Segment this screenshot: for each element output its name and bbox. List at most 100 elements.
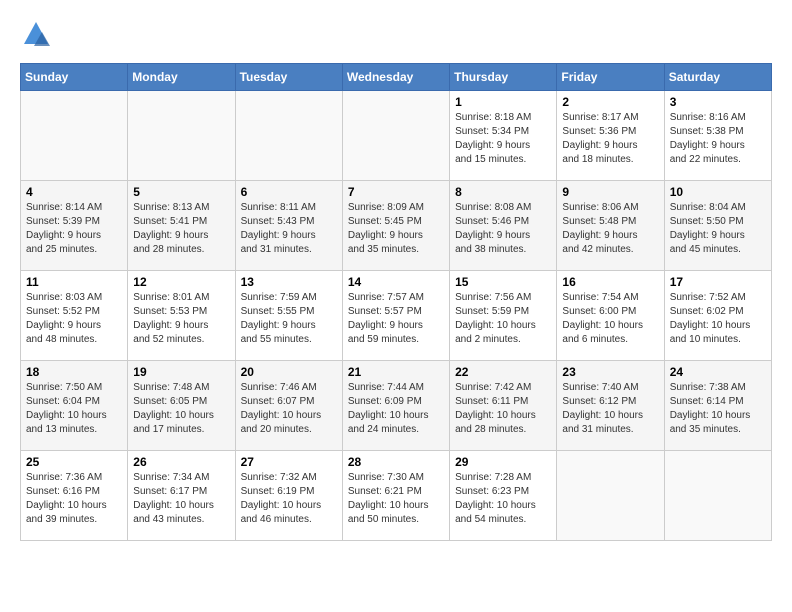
day-number: 15 (455, 275, 551, 289)
day-info: Sunrise: 7:52 AM Sunset: 6:02 PM Dayligh… (670, 291, 766, 347)
day-number: 16 (562, 275, 658, 289)
calendar-cell: 8Sunrise: 8:08 AM Sunset: 5:46 PM Daylig… (450, 181, 557, 271)
day-info: Sunrise: 8:13 AM Sunset: 5:41 PM Dayligh… (133, 201, 229, 257)
calendar-week-5: 25 Sunrise: 7:36 AM Sunset: 6:16 PM Dayli… (21, 451, 772, 541)
calendar-cell: 3Sunrise: 8:16 AM Sunset: 5:38 PM Daylig… (664, 91, 771, 181)
day-number: 14 (348, 275, 444, 289)
day-number: 25 (26, 455, 122, 469)
calendar-cell: 24Sunrise: 7:38 AM Sunset: 6:14 PM Dayli… (664, 361, 771, 451)
calendar-week-4: 18 Sunrise: 7:50 AM Sunset: 6:04 PM Dayli… (21, 361, 772, 451)
calendar-cell: 18 Sunrise: 7:50 AM Sunset: 6:04 PM Dayli… (21, 361, 128, 451)
day-number: 9 (562, 185, 658, 199)
day-number: 28 (348, 455, 444, 469)
day-number: 13 (241, 275, 337, 289)
calendar-cell: 22 Sunrise: 7:42 AM Sunset: 6:11 PM Dayli… (450, 361, 557, 451)
day-number: 23 (562, 365, 658, 379)
logo-icon (22, 20, 50, 48)
day-info: Sunrise: 7:30 AM Sunset: 6:21 PM Dayligh… (348, 471, 444, 527)
calendar-cell: 25 Sunrise: 7:36 AM Sunset: 6:16 PM Dayli… (21, 451, 128, 541)
day-number: 11 (26, 275, 122, 289)
day-number: 24 (670, 365, 766, 379)
calendar-cell (342, 91, 449, 181)
day-number: 4 (26, 185, 122, 199)
calendar-cell: 4 Sunrise: 8:14 AM Sunset: 5:39 PM Daylig… (21, 181, 128, 271)
day-info: Sunrise: 7:59 AM Sunset: 5:55 PM Dayligh… (241, 291, 337, 347)
day-info: Sunrise: 7:36 AM Sunset: 6:16 PM Dayligh… (26, 471, 122, 527)
day-info: Sunrise: 8:14 AM Sunset: 5:39 PM Dayligh… (26, 201, 122, 257)
calendar-cell: 2 Sunrise: 8:17 AM Sunset: 5:36 PM Daylig… (557, 91, 664, 181)
day-number: 3 (670, 95, 766, 109)
calendar-cell: 1 Sunrise: 8:18 AM Sunset: 5:34 PM Daylig… (450, 91, 557, 181)
day-number: 1 (455, 95, 551, 109)
page-header (20, 20, 772, 53)
calendar-cell: 21 Sunrise: 7:44 AM Sunset: 6:09 PM Dayli… (342, 361, 449, 451)
day-info: Sunrise: 7:56 AM Sunset: 5:59 PM Dayligh… (455, 291, 551, 347)
day-info: Sunrise: 8:06 AM Sunset: 5:48 PM Dayligh… (562, 201, 658, 257)
day-number: 29 (455, 455, 551, 469)
calendar-header-row: SundayMondayTuesdayWednesdayThursdayFrid… (21, 64, 772, 91)
calendar-cell: 26 Sunrise: 7:34 AM Sunset: 6:17 PM Dayli… (128, 451, 235, 541)
calendar-cell: 29 Sunrise: 7:28 AM Sunset: 6:23 PM Dayli… (450, 451, 557, 541)
day-header-monday: Monday (128, 64, 235, 91)
day-number: 12 (133, 275, 229, 289)
calendar-cell: 23 Sunrise: 7:40 AM Sunset: 6:12 PM Dayli… (557, 361, 664, 451)
calendar-cell: 15 Sunrise: 7:56 AM Sunset: 5:59 PM Dayli… (450, 271, 557, 361)
day-info: Sunrise: 7:32 AM Sunset: 6:19 PM Dayligh… (241, 471, 337, 527)
day-number: 27 (241, 455, 337, 469)
calendar-cell: 28 Sunrise: 7:30 AM Sunset: 6:21 PM Dayli… (342, 451, 449, 541)
day-header-wednesday: Wednesday (342, 64, 449, 91)
day-number: 21 (348, 365, 444, 379)
calendar-cell: 13 Sunrise: 7:59 AM Sunset: 5:55 PM Dayli… (235, 271, 342, 361)
day-number: 2 (562, 95, 658, 109)
calendar-cell: 14Sunrise: 7:57 AM Sunset: 5:57 PM Dayli… (342, 271, 449, 361)
calendar-cell: 11 Sunrise: 8:03 AM Sunset: 5:52 PM Dayli… (21, 271, 128, 361)
calendar-week-3: 11 Sunrise: 8:03 AM Sunset: 5:52 PM Dayli… (21, 271, 772, 361)
day-info: Sunrise: 7:28 AM Sunset: 6:23 PM Dayligh… (455, 471, 551, 527)
day-number: 10 (670, 185, 766, 199)
day-info: Sunrise: 7:54 AM Sunset: 6:00 PM Dayligh… (562, 291, 658, 347)
calendar-cell (235, 91, 342, 181)
day-info: Sunrise: 8:11 AM Sunset: 5:43 PM Dayligh… (241, 201, 337, 257)
calendar-cell (557, 451, 664, 541)
calendar-cell: 20Sunrise: 7:46 AM Sunset: 6:07 PM Dayli… (235, 361, 342, 451)
calendar-cell: 10 Sunrise: 8:04 AM Sunset: 5:50 PM Dayli… (664, 181, 771, 271)
calendar-cell (21, 91, 128, 181)
day-info: Sunrise: 8:08 AM Sunset: 5:46 PM Dayligh… (455, 201, 551, 257)
day-info: Sunrise: 8:17 AM Sunset: 5:36 PM Dayligh… (562, 111, 658, 167)
day-number: 22 (455, 365, 551, 379)
day-info: Sunrise: 8:03 AM Sunset: 5:52 PM Dayligh… (26, 291, 122, 347)
day-info: Sunrise: 7:34 AM Sunset: 6:17 PM Dayligh… (133, 471, 229, 527)
day-number: 6 (241, 185, 337, 199)
day-info: Sunrise: 8:01 AM Sunset: 5:53 PM Dayligh… (133, 291, 229, 347)
logo-text (20, 20, 50, 53)
day-info: Sunrise: 8:09 AM Sunset: 5:45 PM Dayligh… (348, 201, 444, 257)
calendar-cell: 6 Sunrise: 8:11 AM Sunset: 5:43 PM Daylig… (235, 181, 342, 271)
day-info: Sunrise: 7:48 AM Sunset: 6:05 PM Dayligh… (133, 381, 229, 437)
calendar-week-1: 1 Sunrise: 8:18 AM Sunset: 5:34 PM Daylig… (21, 91, 772, 181)
day-header-tuesday: Tuesday (235, 64, 342, 91)
day-number: 26 (133, 455, 229, 469)
calendar-cell: 9 Sunrise: 8:06 AM Sunset: 5:48 PM Daylig… (557, 181, 664, 271)
day-info: Sunrise: 7:40 AM Sunset: 6:12 PM Dayligh… (562, 381, 658, 437)
calendar-cell (128, 91, 235, 181)
calendar-week-2: 4 Sunrise: 8:14 AM Sunset: 5:39 PM Daylig… (21, 181, 772, 271)
day-info: Sunrise: 8:18 AM Sunset: 5:34 PM Dayligh… (455, 111, 551, 167)
day-info: Sunrise: 7:42 AM Sunset: 6:11 PM Dayligh… (455, 381, 551, 437)
logo (20, 20, 50, 53)
calendar-cell: 16 Sunrise: 7:54 AM Sunset: 6:00 PM Dayli… (557, 271, 664, 361)
calendar-cell: 17 Sunrise: 7:52 AM Sunset: 6:02 PM Dayli… (664, 271, 771, 361)
day-header-thursday: Thursday (450, 64, 557, 91)
calendar-cell: 27 Sunrise: 7:32 AM Sunset: 6:19 PM Dayli… (235, 451, 342, 541)
day-number: 19 (133, 365, 229, 379)
day-number: 17 (670, 275, 766, 289)
day-number: 18 (26, 365, 122, 379)
calendar-cell: 5Sunrise: 8:13 AM Sunset: 5:41 PM Daylig… (128, 181, 235, 271)
day-number: 7 (348, 185, 444, 199)
day-info: Sunrise: 7:44 AM Sunset: 6:09 PM Dayligh… (348, 381, 444, 437)
day-number: 20 (241, 365, 337, 379)
day-info: Sunrise: 7:50 AM Sunset: 6:04 PM Dayligh… (26, 381, 122, 437)
day-header-saturday: Saturday (664, 64, 771, 91)
calendar-cell: 12 Sunrise: 8:01 AM Sunset: 5:53 PM Dayli… (128, 271, 235, 361)
day-info: Sunrise: 8:04 AM Sunset: 5:50 PM Dayligh… (670, 201, 766, 257)
calendar-cell: 7 Sunrise: 8:09 AM Sunset: 5:45 PM Daylig… (342, 181, 449, 271)
